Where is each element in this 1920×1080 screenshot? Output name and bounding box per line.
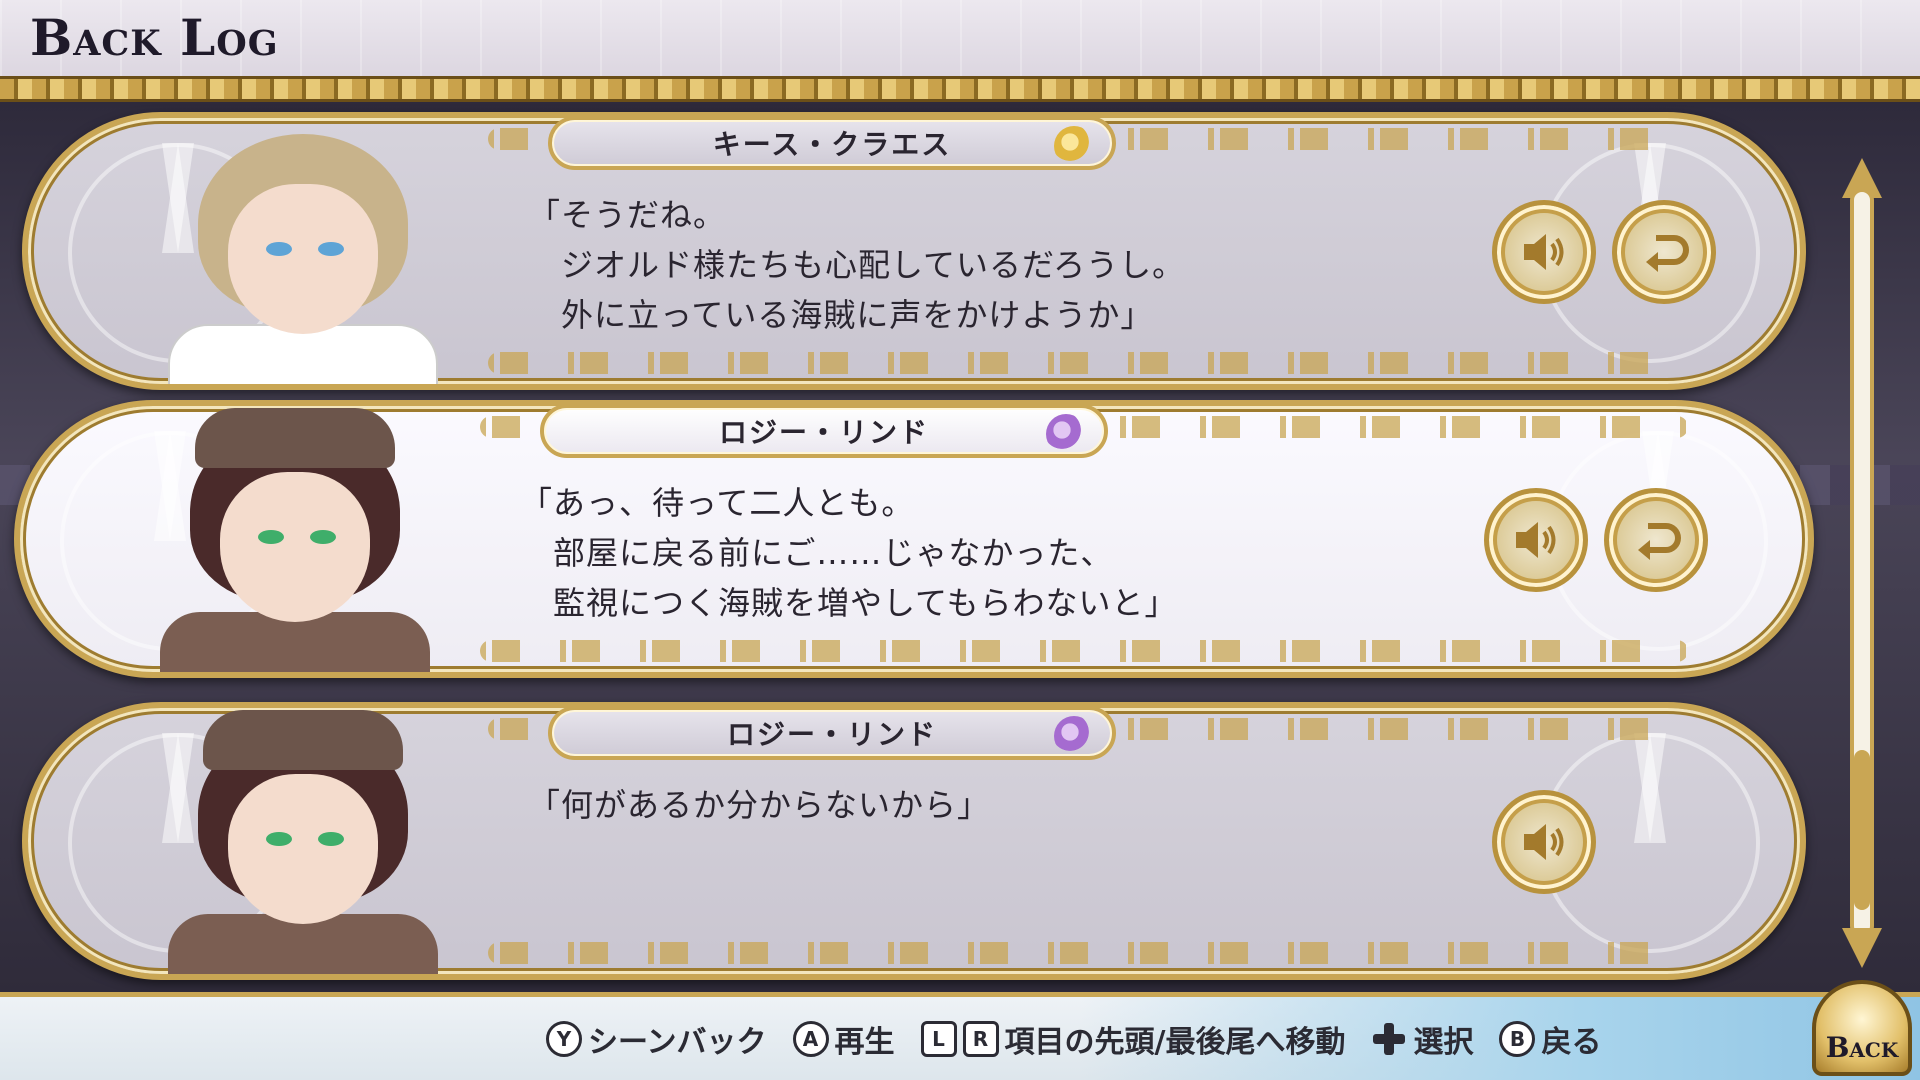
dialog-line: ジオルド様たちも心配しているだろうし。: [528, 246, 1186, 284]
hint-select[interactable]: 選択: [1371, 1017, 1473, 1061]
rose-icon: [1054, 716, 1094, 756]
scene-back-button[interactable]: [1604, 488, 1708, 592]
hint-label: 選択: [1413, 1025, 1474, 1060]
speaker-name: キース・クラエス: [712, 128, 952, 161]
dialog-text: 「何があるか分からないから」: [528, 780, 1428, 830]
header: Back Log: [0, 0, 1920, 78]
button-hints: Y シーンバック A 再生 L R 項目の先頭/最後尾へ移動 選択 B 戻る: [546, 1011, 1601, 1067]
hint-label: 戻る: [1541, 1025, 1602, 1060]
voice-replay-button[interactable]: [1492, 200, 1596, 304]
dialog-text: 「あっ、待って二人とも。 部屋に戻る前にご……じゃなかった、 監視につく海賊を増…: [520, 478, 1420, 628]
return-arrow-icon: [1646, 235, 1689, 272]
voice-replay-button[interactable]: [1492, 790, 1596, 894]
hint-label: シーンバック: [588, 1025, 767, 1060]
gold-border: [0, 76, 1920, 102]
log-entry[interactable]: ロジー・リンド 「何があるか分からないから」: [22, 702, 1806, 980]
speaker-name: ロジー・リンド: [718, 416, 929, 449]
scroll-down-arrow-icon[interactable]: [1842, 928, 1882, 968]
page-title: Back Log: [30, 8, 279, 67]
scrollbar[interactable]: [1838, 158, 1886, 968]
dialog-line: 部屋に戻る前にご……じゃなかった、: [520, 534, 1114, 572]
ornament: [488, 942, 1680, 964]
voice-replay-button[interactable]: [1484, 488, 1588, 592]
speaker-icon: [1516, 522, 1556, 558]
footer-hint-bar: Y シーンバック A 再生 L R 項目の先頭/最後尾へ移動 選択 B 戻る: [0, 992, 1920, 1080]
dialog-line: 外に立っている海賊に声をかけようか」: [528, 296, 1154, 334]
scene-back-button[interactable]: [1612, 200, 1716, 304]
l-button-icon: L: [920, 1021, 957, 1057]
speaker-name: ロジー・リンド: [726, 718, 937, 751]
log-entry[interactable]: キース・クラエス 「そうだね。 ジオルド様たちも心配しているだろうし。 外に立っ…: [22, 112, 1806, 390]
scroll-thumb[interactable]: [1854, 750, 1870, 910]
ornament: [488, 352, 1680, 374]
a-button-icon: A: [792, 1021, 829, 1057]
rose-icon: [1054, 126, 1094, 166]
return-arrow-icon: [1638, 523, 1681, 560]
y-button-icon: Y: [546, 1021, 582, 1057]
dialog-text: 「そうだね。 ジオルド様たちも心配しているだろうし。 外に立っている海賊に声をか…: [528, 190, 1428, 340]
hint-return[interactable]: B 戻る: [1499, 1017, 1601, 1061]
speaker-icon: [1524, 234, 1564, 270]
character-portrait: [158, 710, 448, 974]
hint-label: 再生: [834, 1025, 895, 1060]
r-button-icon: R: [962, 1021, 999, 1057]
character-portrait: [158, 124, 448, 384]
dialog-line: 監視につく海賊を増やしてもらわないと」: [520, 584, 1178, 622]
hint-jump[interactable]: L R 項目の先頭/最後尾へ移動: [920, 1017, 1346, 1061]
back-button[interactable]: Back: [1812, 980, 1912, 1076]
hint-label: 項目の先頭/最後尾へ移動: [1004, 1025, 1346, 1060]
dialog-line: 「そうだね。: [528, 196, 727, 234]
dialog-line: 「何があるか分からないから」: [528, 786, 991, 824]
hint-play[interactable]: A 再生: [792, 1017, 895, 1061]
speaker-nameplate: キース・クラエス: [548, 118, 1116, 170]
dpad-icon: [1371, 1021, 1407, 1057]
speaker-nameplate: ロジー・リンド: [548, 708, 1116, 760]
dialog-line: 「あっ、待って二人とも。: [520, 484, 915, 522]
speaker-icon: [1524, 824, 1564, 860]
log-entry-selected[interactable]: ロジー・リンド 「あっ、待って二人とも。 部屋に戻る前にご……じゃなかった、 監…: [14, 400, 1814, 678]
character-portrait: [150, 408, 440, 672]
b-button-icon: B: [1499, 1021, 1536, 1057]
ornament: [480, 640, 1688, 662]
hint-scene-back[interactable]: Y シーンバック: [546, 1017, 767, 1061]
speaker-nameplate: ロジー・リンド: [540, 406, 1108, 458]
rose-icon: [1046, 414, 1086, 454]
